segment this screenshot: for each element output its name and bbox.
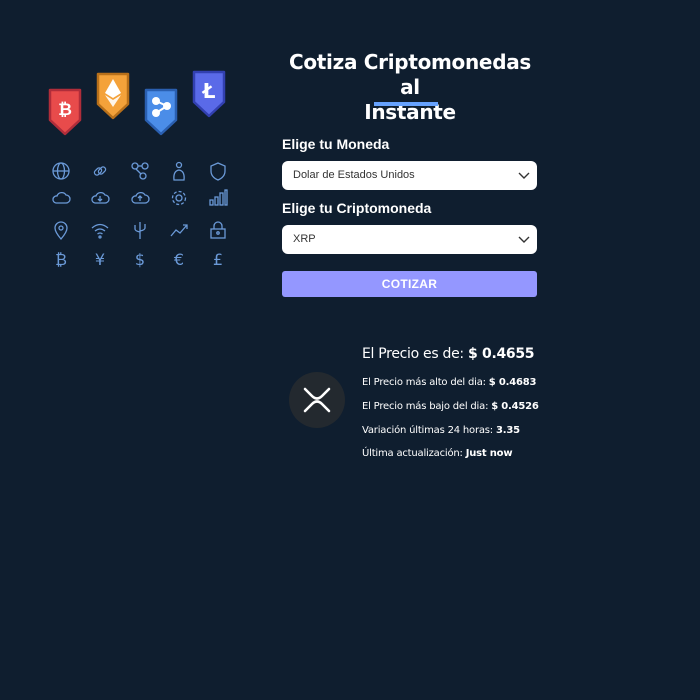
updated-value: Just now xyxy=(465,448,513,459)
svg-text:¥: ¥ xyxy=(95,250,105,269)
network-icon xyxy=(129,160,151,182)
chevron-down-icon xyxy=(518,172,530,179)
bitcoin-shield-icon: ₿ xyxy=(48,88,82,136)
updated-line: Última actualización: Just now xyxy=(362,448,513,459)
svg-text:$: $ xyxy=(135,250,145,269)
wifi-icon xyxy=(89,219,111,241)
high-price-value: $ 0.4683 xyxy=(488,377,537,388)
high-price-label: El Precio más alto del dia: xyxy=(362,377,486,388)
cloud-icon xyxy=(50,187,72,209)
chevron-down-icon xyxy=(518,236,530,243)
gear-icon xyxy=(168,187,190,209)
page-title: Cotiza Criptomonedas al Instante xyxy=(282,50,538,125)
cloud-upload-icon xyxy=(129,187,151,209)
link-icon xyxy=(89,160,111,182)
xrp-shield-icon xyxy=(144,88,178,136)
ethereum-shield-icon xyxy=(96,72,130,120)
bar-chart-icon xyxy=(207,187,229,209)
crypto-label: Elige tu Criptomoneda xyxy=(282,200,432,216)
globe-icon xyxy=(50,160,72,182)
location-pin-icon xyxy=(50,219,72,241)
litecoin-shield-icon: Ł xyxy=(192,70,226,118)
page-title-line1: Cotiza Criptomonedas al xyxy=(288,50,532,99)
lock-icon xyxy=(207,219,229,241)
low-price-value: $ 0.4526 xyxy=(491,401,539,412)
change-label: Variación últimas 24 horas: xyxy=(362,425,493,436)
low-price-line: El Precio más bajo del dia: $ 0.4526 xyxy=(362,401,539,412)
svg-text:₿: ₿ xyxy=(55,250,67,269)
price-value: $ 0.4655 xyxy=(467,346,535,362)
change-line: Variación últimas 24 horas: 3.35 xyxy=(362,425,520,436)
crypto-select[interactable]: XRP xyxy=(282,225,537,254)
cloud-download-icon xyxy=(89,187,111,209)
price-label: El Precio es de: xyxy=(362,346,464,362)
change-value: 3.35 xyxy=(495,425,520,436)
cotizar-button[interactable]: COTIZAR xyxy=(282,271,537,297)
shield-icon xyxy=(207,160,229,182)
trend-up-icon xyxy=(168,219,190,241)
currency-select[interactable]: Dolar de Estados Unidos xyxy=(282,161,537,190)
svg-text:₿: ₿ xyxy=(58,100,72,120)
euro-icon: € xyxy=(168,248,190,270)
crypto-select-value: XRP xyxy=(293,233,316,245)
updated-label: Última actualización: xyxy=(362,448,463,459)
yen-icon: ¥ xyxy=(89,248,111,270)
svg-text:€: € xyxy=(174,250,184,269)
pound-icon: £ xyxy=(207,248,229,270)
xrp-logo-icon xyxy=(289,372,345,428)
svg-text:Ł: Ł xyxy=(202,79,216,103)
price-line: El Precio es de: $ 0.4655 xyxy=(362,346,535,362)
usb-icon xyxy=(129,219,151,241)
currency-label: Elige tu Moneda xyxy=(282,136,390,152)
dollar-icon: $ xyxy=(129,248,151,270)
high-price-line: El Precio más alto del dia: $ 0.4683 xyxy=(362,377,536,388)
currency-select-value: Dolar de Estados Unidos xyxy=(293,169,415,181)
bitcoin-icon: ₿ xyxy=(50,248,72,270)
crypto-illustration: ₿ Ł ₿ ¥ $ € £ xyxy=(40,60,240,280)
title-underline xyxy=(374,102,438,106)
wallet-icon xyxy=(168,160,190,182)
svg-text:£: £ xyxy=(213,250,223,269)
page: ₿ Ł ₿ ¥ $ € £ Cotiza Criptomonedas al In… xyxy=(0,0,700,700)
low-price-label: El Precio más bajo del dia: xyxy=(362,401,489,412)
